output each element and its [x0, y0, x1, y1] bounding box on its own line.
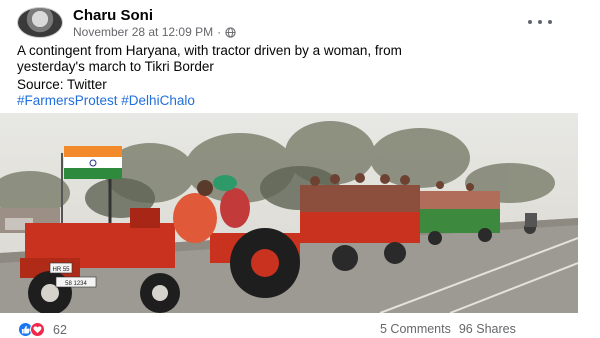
- post-text-line-2: yesterday's march to Tikri Border: [17, 59, 214, 74]
- hashtag-delhichalo[interactable]: #DelhiChalo: [121, 93, 195, 108]
- engagement-counts: 5 Comments 96 Shares: [380, 322, 516, 336]
- post-photo[interactable]: HR 55 58 1234: [0, 113, 578, 313]
- hashtags: #FarmersProtest #DelhiChalo: [17, 93, 195, 108]
- shares-count-link[interactable]: 96 Shares: [459, 322, 516, 336]
- globe-icon[interactable]: [225, 26, 236, 38]
- hashtag-farmersprotest[interactable]: #FarmersProtest: [17, 93, 118, 108]
- post-text-line-1: A contingent from Haryana, with tractor …: [17, 43, 402, 58]
- more-horizontal-icon: [528, 20, 532, 24]
- post-meta: November 28 at 12:09 PM ·: [73, 25, 236, 39]
- post-timestamp[interactable]: November 28 at 12:09 PM: [73, 25, 213, 39]
- author-name[interactable]: Charu Soni: [73, 7, 153, 24]
- meta-separator: ·: [217, 25, 222, 39]
- comments-count-link[interactable]: 5 Comments: [380, 322, 451, 336]
- reactions-summary[interactable]: 62: [18, 322, 67, 337]
- photo-plate-bottom: 58 1234: [65, 281, 87, 287]
- author-avatar[interactable]: [17, 7, 63, 38]
- reaction-count: 62: [53, 322, 67, 337]
- love-icon: [30, 322, 45, 337]
- post-source: Source: Twitter: [17, 77, 107, 92]
- facebook-post: Charu Soni November 28 at 12:09 PM · A c…: [0, 0, 600, 338]
- more-options-button[interactable]: [528, 16, 552, 28]
- photo-plate-top: HR 55: [52, 267, 70, 273]
